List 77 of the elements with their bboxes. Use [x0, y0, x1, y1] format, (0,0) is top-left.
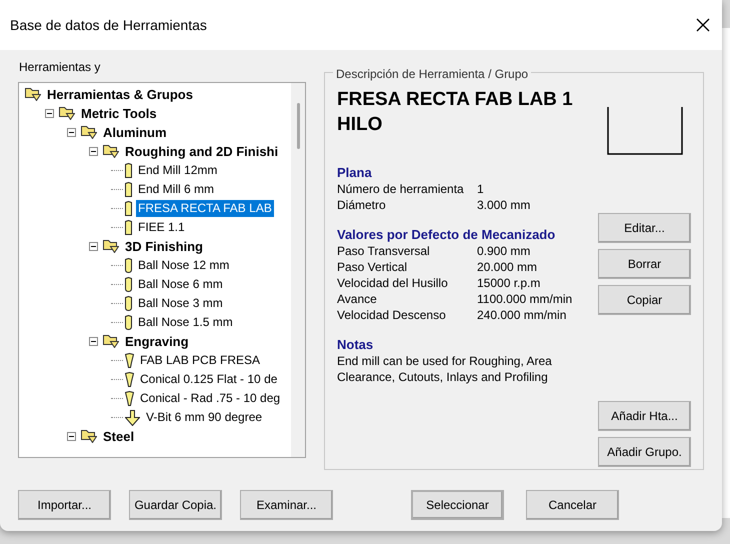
tree-item[interactable]: Steel: [101, 428, 136, 445]
v-bit-icon: [125, 410, 140, 426]
ball-nose-icon: [125, 258, 132, 273]
ball-nose-icon: [125, 315, 132, 330]
folder-icon: [103, 335, 119, 348]
tree-item[interactable]: End Mill 6 mm: [136, 181, 216, 198]
panel-label: Herramientas y: [19, 59, 102, 76]
folder-icon: [81, 126, 97, 139]
tree-item[interactable]: 3D Finishing: [123, 238, 205, 255]
expander-icon[interactable]: [89, 147, 98, 156]
expander-icon[interactable]: [67, 432, 76, 441]
expander-icon[interactable]: [89, 242, 98, 251]
section-heading: Valores por Defecto de Mecanizado: [337, 227, 556, 243]
footer-button[interactable]: Seleccionar: [411, 490, 504, 520]
tree-item[interactable]: Ball Nose 12 mm: [136, 257, 232, 274]
footer-button[interactable]: Importar...: [18, 490, 111, 520]
tree-item[interactable]: Ball Nose 6 mm: [136, 276, 225, 293]
tree-item[interactable]: FRESA RECTA FAB LAB: [136, 200, 274, 217]
end-mill-icon: [125, 201, 132, 216]
end-mill-icon: [125, 182, 132, 197]
field-value: 1100.000 mm/min: [477, 291, 572, 307]
tree-item[interactable]: V-Bit 6 mm 90 degree: [144, 409, 264, 426]
folder-icon: [59, 107, 75, 120]
tree-item[interactable]: Metric Tools: [79, 105, 159, 122]
ball-nose-icon: [125, 277, 132, 292]
engraving-bit-icon: [125, 372, 134, 387]
footer-button[interactable]: Examinar...: [240, 490, 333, 520]
notes-text: End mill can be used for Roughing, Area Clearance, Cutouts, Inlays and Profiling: [337, 353, 553, 385]
tree-item[interactable]: FIEE 1.1: [136, 219, 187, 236]
field-label: Velocidad del Husillo: [337, 275, 449, 291]
expander-icon[interactable]: [89, 337, 98, 346]
field-value: 0.900 mm: [477, 243, 530, 259]
field-label: Diámetro: [337, 197, 387, 213]
footer-button[interactable]: Guardar Copia.: [129, 490, 222, 520]
end-mill-icon: [125, 220, 132, 235]
tree-item[interactable]: Conical 0.125 Flat - 10 de: [138, 371, 280, 388]
field-value: 20.000 mm: [477, 259, 538, 275]
tree-item[interactable]: Herramientas & Grupos: [45, 86, 195, 103]
section-heading: Notas: [337, 337, 374, 353]
field-label: Paso Transversal: [337, 243, 431, 259]
tool-title: FRESA RECTA FAB LAB 1 HILO: [337, 88, 574, 137]
action-button[interactable]: Añadir Grupo.: [598, 437, 691, 467]
field-label: Avance: [337, 291, 378, 307]
tree-item[interactable]: End Mill 12mm: [136, 162, 220, 179]
folder-icon: [25, 88, 41, 101]
field-label: Velocidad Descenso: [337, 307, 447, 323]
field-value: 240.000 mm/min: [477, 307, 566, 323]
tree-item[interactable]: Ball Nose 3 mm: [136, 295, 225, 312]
field-value: 15000 r.p.m: [477, 275, 540, 291]
tree-item[interactable]: Aluminum: [101, 124, 169, 141]
tree-item[interactable]: FAB LAB PCB FRESA: [138, 352, 262, 369]
section-heading: Plana: [337, 165, 373, 181]
scrollbar[interactable]: [291, 83, 305, 457]
folder-icon: [103, 240, 119, 253]
engraving-bit-icon: [125, 391, 134, 406]
ball-nose-icon: [125, 296, 132, 311]
expander-icon[interactable]: [67, 128, 76, 137]
close-icon[interactable]: [696, 18, 710, 32]
field-label: Paso Vertical: [337, 259, 408, 275]
expander-icon[interactable]: [45, 109, 54, 118]
field-label: Número de herramienta: [337, 181, 465, 197]
folder-icon: [103, 145, 119, 158]
action-button[interactable]: Editar...: [598, 213, 691, 243]
field-value: 3.000 mm: [477, 197, 530, 213]
engraving-bit-icon: [125, 353, 134, 368]
field-value: 1: [477, 181, 484, 197]
footer-button[interactable]: Cancelar: [526, 490, 619, 520]
window-title: Base de datos de Herramientas: [10, 16, 207, 34]
end-mill-icon: [125, 163, 132, 178]
tree-item[interactable]: Engraving: [123, 333, 191, 350]
tree-item[interactable]: Conical - Rad .75 - 10 deg: [138, 390, 282, 407]
action-button[interactable]: Añadir Hta...: [598, 401, 691, 431]
tree-item[interactable]: Roughing and 2D Finishi: [123, 143, 280, 160]
action-button[interactable]: Copiar: [598, 285, 691, 315]
tree-item[interactable]: Ball Nose 1.5 mm: [136, 314, 235, 331]
action-button[interactable]: Borrar: [598, 249, 691, 279]
folder-icon: [81, 430, 97, 443]
